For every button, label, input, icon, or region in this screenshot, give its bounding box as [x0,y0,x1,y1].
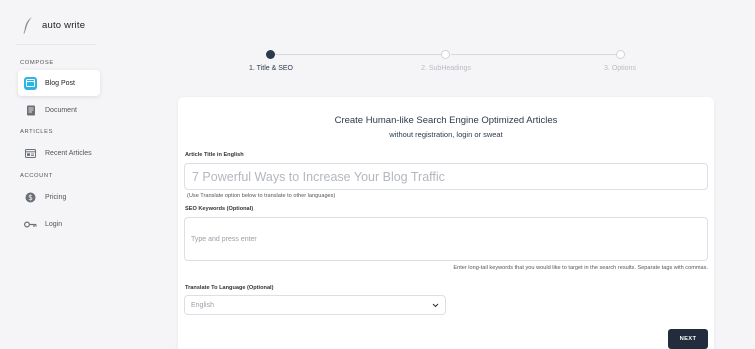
section-label-articles: ARTICLES [20,129,54,135]
seo-keywords-input[interactable]: Type and press enter [184,217,708,261]
seo-keywords-hint: Enter long-tail keywords that you would … [453,265,708,271]
step-connector [275,54,445,55]
sidebar-item-blog-post[interactable]: Blog Post [18,70,100,96]
sidebar-item-label: Recent Articles [45,149,92,157]
sidebar-item-document[interactable]: Document [18,97,100,123]
language-label: Translate To Language (Optional) [185,285,274,291]
step-label-options: 3. Options [604,65,636,72]
form-subtitle: without registration, login or sweat [389,130,503,139]
document-icon [24,104,37,117]
sidebar-item-login[interactable]: Login [18,211,100,237]
step-indicator-2 [441,50,450,59]
step-indicator-1 [266,50,275,59]
step-indicator-3 [616,50,625,59]
svg-text:$: $ [28,193,33,202]
sidebar-item-label: Document [45,106,77,114]
sidebar-item-label: Pricing [45,193,67,201]
sidebar-item-recent-articles[interactable]: Recent Articles [18,140,100,166]
divider [16,44,96,45]
language-select[interactable]: English [184,295,446,315]
quill-pen-icon [23,17,32,34]
brand-logo[interactable]: auto write [22,16,85,34]
article-list-icon [24,147,37,160]
progress-stepper: 1. Title & SEO 2. SubHeadings 3. Options [230,46,670,76]
step-connector [451,54,619,55]
sidebar-item-pricing[interactable]: $ Pricing [18,184,100,210]
translate-hint: (Use Translate option below to translate… [187,193,336,199]
section-label-account: ACCOUNT [20,173,53,179]
next-button[interactable]: NEXT [668,329,708,349]
key-icon [24,218,37,231]
sidebar: auto write COMPOSE Blog Post Document AR… [0,0,108,349]
browser-window-icon [24,76,37,90]
brand-name: auto write [42,19,86,31]
section-label-compose: COMPOSE [20,60,54,66]
sidebar-item-label: Blog Post [45,79,75,87]
chevron-down-icon [432,303,439,307]
article-form-card: Create Human-like Search Engine Optimize… [178,97,714,349]
article-title-input[interactable]: 7 Powerful Ways to Increase Your Blog Tr… [184,163,708,190]
step-label-title-seo: 1. Title & SEO [249,65,293,72]
seo-keywords-label: SEO Keywords (Optional) [185,206,254,212]
dollar-icon: $ [24,191,37,204]
article-title-placeholder: 7 Powerful Ways to Increase Your Blog Tr… [192,169,445,184]
article-title-label: Article Title in English [185,152,244,158]
sidebar-item-label: Login [45,220,63,228]
seo-keywords-placeholder: Type and press enter [191,236,257,243]
language-selected-value: English [191,301,214,309]
step-label-subheadings: 2. SubHeadings [421,65,471,72]
form-title: Create Human-like Search Engine Optimize… [334,115,558,126]
